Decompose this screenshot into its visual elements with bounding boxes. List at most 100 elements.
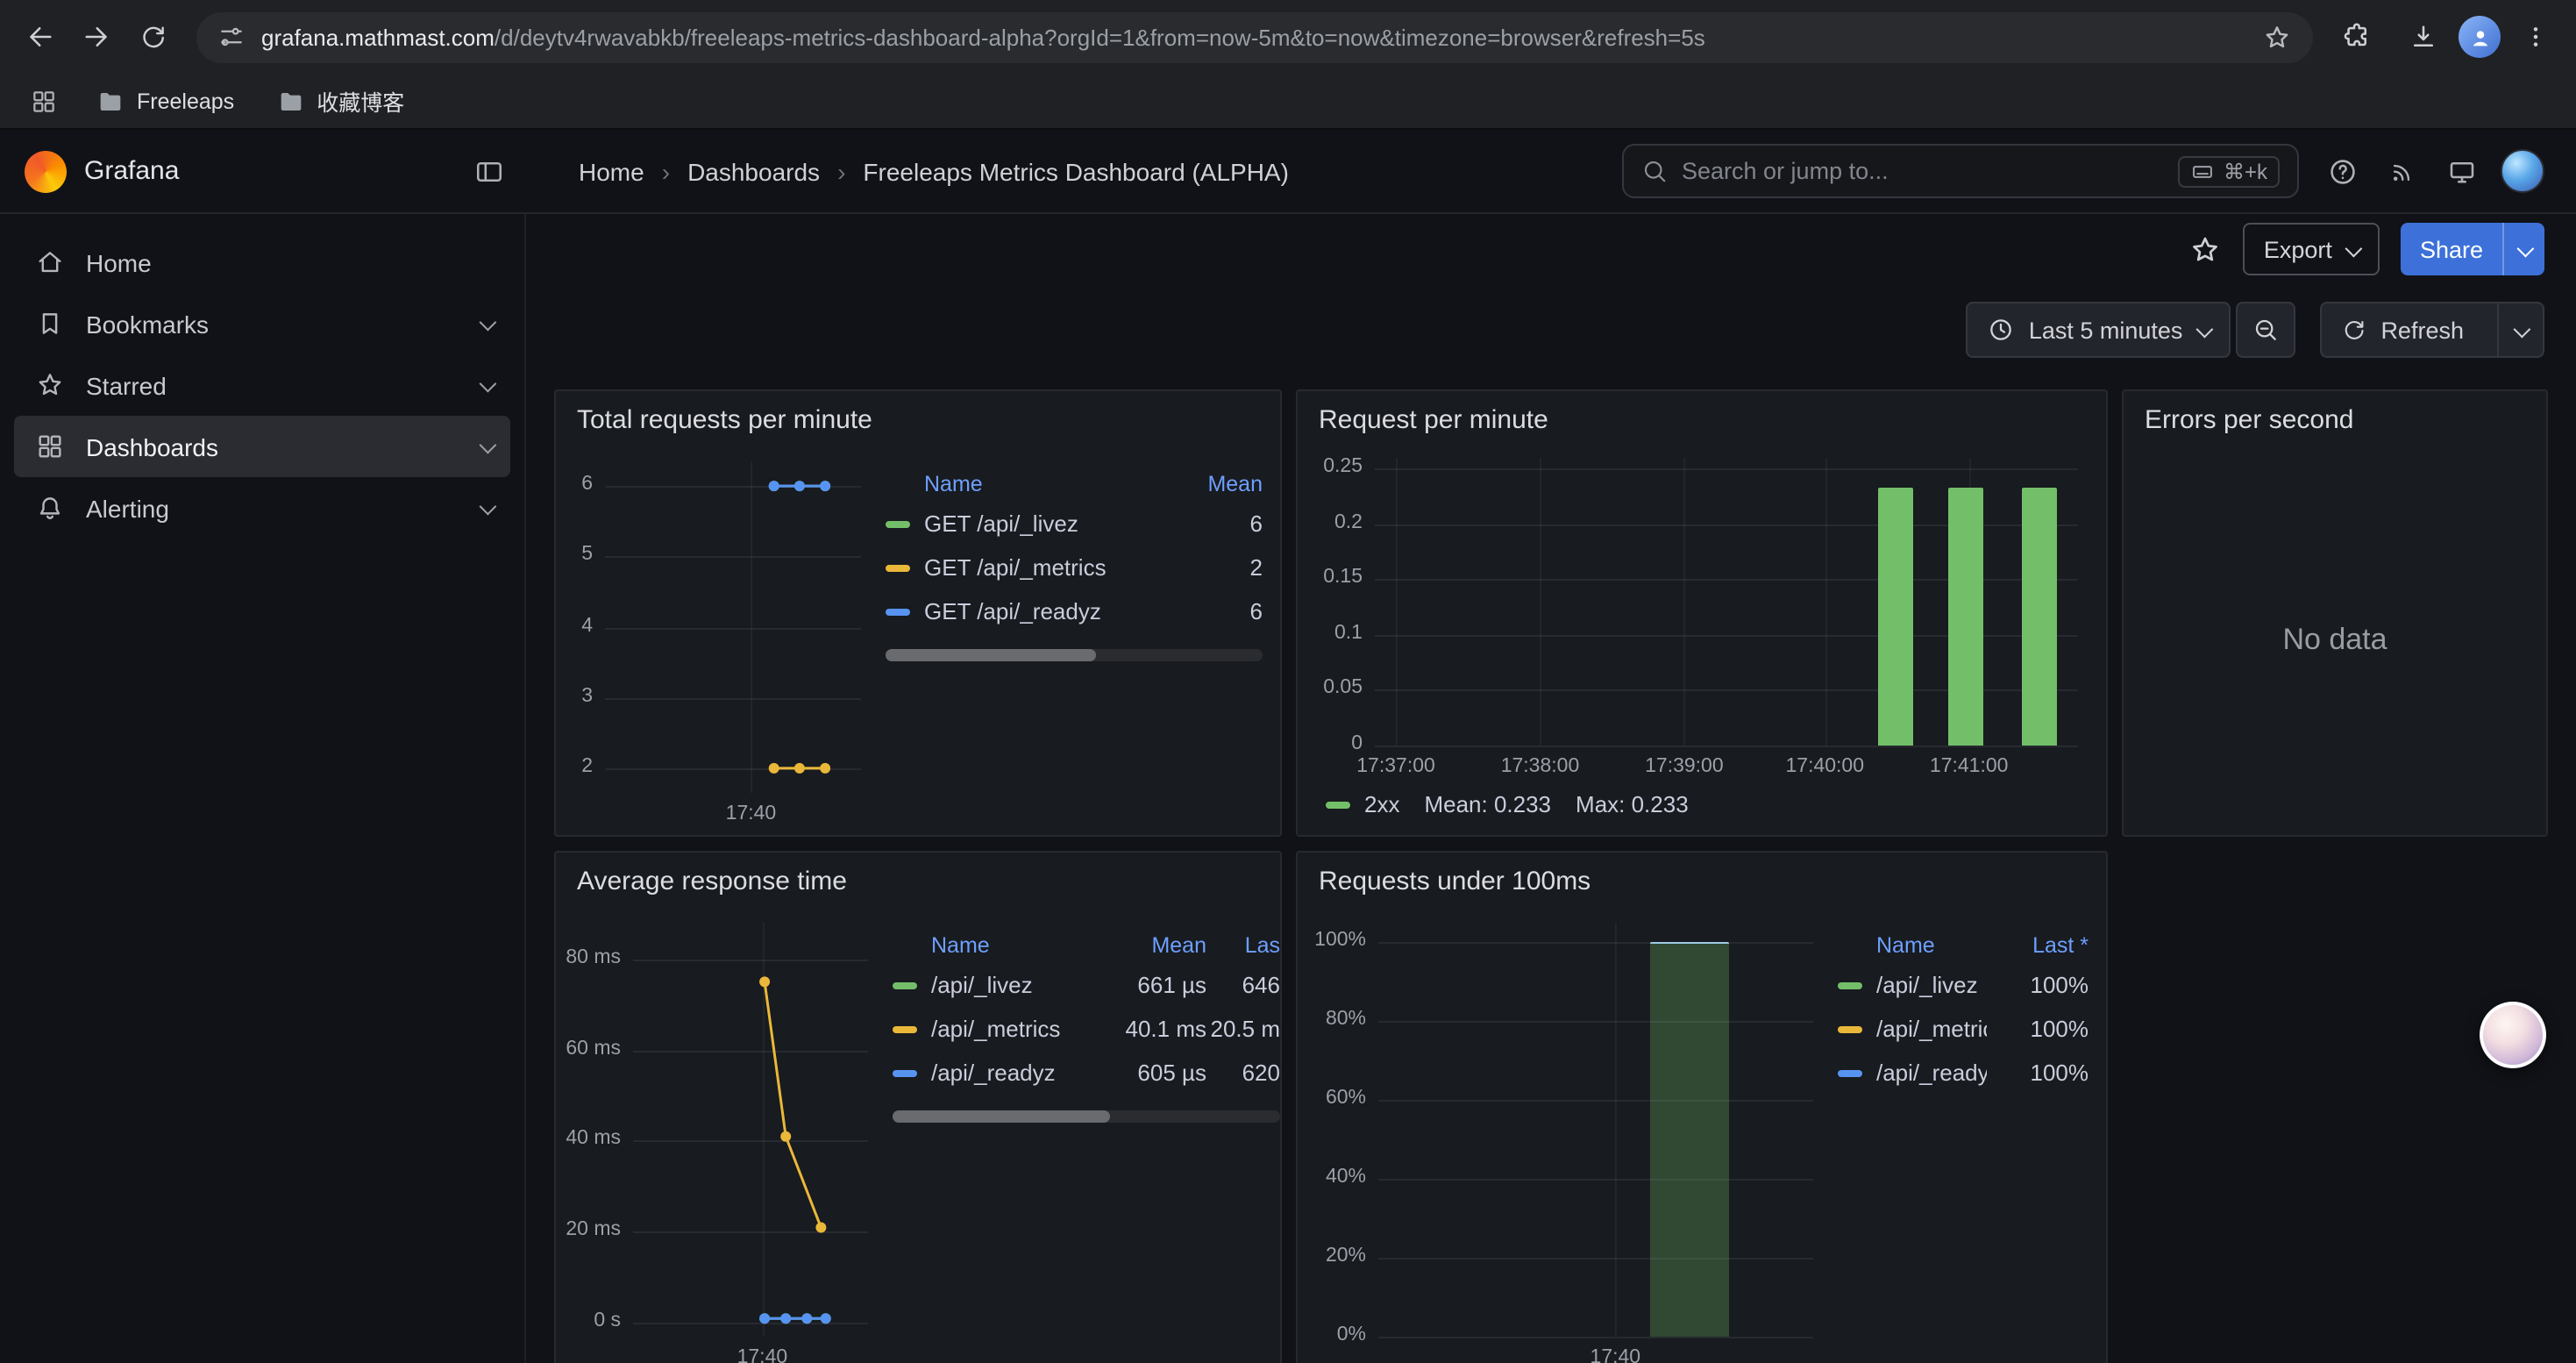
sidebar-item-label: Home — [86, 248, 152, 276]
back-button[interactable] — [14, 11, 67, 63]
breadcrumb-separator: › — [837, 157, 845, 185]
share-menu-caret[interactable] — [2502, 223, 2544, 275]
panel-errors-per-second: Errors per second No data — [2122, 389, 2548, 837]
grafana-body: Home Bookmarks Starred Dashboards — [0, 214, 2576, 1363]
kiosk-monitor-button[interactable] — [2436, 145, 2488, 197]
time-range-label: Last 5 minutes — [2029, 317, 2183, 343]
breadcrumb-dashboards[interactable]: Dashboards — [687, 157, 820, 185]
forward-icon — [81, 21, 112, 53]
scrollbar-thumb[interactable] — [893, 1110, 1110, 1123]
sidebar-item-bookmarks[interactable]: Bookmarks — [14, 293, 510, 354]
no-data-message: No data — [2124, 444, 2546, 835]
time-range-picker[interactable]: Last 5 minutes — [1966, 302, 2231, 358]
downloads-button[interactable] — [2397, 11, 2450, 63]
request-per-minute-chart[interactable]: 0.250.20.150.10.05017:37:0017:38:0017:39… — [1308, 447, 2089, 781]
panel-title[interactable]: Errors per second — [2124, 391, 2546, 439]
breadcrumb-home[interactable]: Home — [579, 157, 644, 185]
chevron-down-icon — [480, 375, 497, 393]
bookmark-item-freeleaps[interactable]: Freeleaps — [84, 82, 246, 120]
brand-area: Grafana — [25, 145, 516, 197]
url-text: grafana.mathmast.com/d/deytv4rwavabkb/fr… — [261, 24, 2246, 50]
reload-button[interactable] — [126, 11, 179, 63]
refresh-icon — [2340, 317, 2366, 343]
series-color-dash — [1838, 981, 1862, 988]
legend-header-name[interactable]: Name — [893, 933, 1105, 958]
grafana-header: Grafana Home › Dashboards › Freeleaps Me… — [0, 130, 2576, 214]
dashboard-main: Export Share Last 5 minutes — [526, 214, 2576, 1363]
favorite-dashboard-button[interactable] — [2188, 232, 2222, 266]
panel-title[interactable]: Requests under 100ms — [1298, 853, 2106, 900]
dock-menu-button[interactable] — [463, 145, 516, 197]
profile-button[interactable] — [2453, 11, 2506, 63]
legend-header-mean[interactable]: Mean — [1161, 472, 1263, 496]
legend-row[interactable]: GET /api/_readyz6 — [886, 589, 1263, 633]
nav-sidebar: Home Bookmarks Starred Dashboards — [0, 214, 526, 1363]
help-button[interactable] — [2316, 145, 2369, 197]
scrollbar-thumb[interactable] — [886, 649, 1097, 661]
series-color-dash — [886, 608, 910, 615]
apps-button[interactable] — [21, 78, 67, 124]
share-button-group: Share — [2401, 223, 2544, 275]
requests-under-100ms-chart[interactable]: 100%80%60%40%20%0%17:40 — [1305, 912, 1824, 1363]
legend-scrollbar[interactable] — [886, 649, 1263, 661]
legend-item[interactable]: 2xx — [1326, 791, 1399, 817]
zoom-out-button[interactable] — [2235, 302, 2295, 358]
legend-row[interactable]: /api/_metrics100% — [1838, 1007, 2089, 1051]
news-rss-button[interactable] — [2376, 145, 2429, 197]
browser-toolbar: grafana.mathmast.com/d/deytv4rwavabkb/fr… — [0, 0, 2576, 74]
refresh-button[interactable]: Refresh — [2321, 303, 2483, 356]
extensions-button[interactable] — [2330, 11, 2383, 63]
legend-header-last[interactable]: Last * — [1987, 933, 2089, 958]
legend-max: Max: 0.233 — [1576, 791, 1689, 817]
url-bar[interactable]: grafana.mathmast.com/d/deytv4rwavabkb/fr… — [196, 11, 2313, 62]
breadcrumb-current: Freeleaps Metrics Dashboard (ALPHA) — [863, 157, 1289, 185]
profile-avatar — [2459, 16, 2501, 58]
legend-header-mean[interactable]: Mean — [1105, 933, 1206, 958]
user-menu-button[interactable] — [2495, 145, 2548, 197]
star-icon — [34, 370, 64, 400]
legend-header: Name Mean — [886, 472, 1263, 496]
floating-avatar-widget[interactable] — [2480, 1002, 2546, 1068]
bookmark-star-icon[interactable] — [2262, 22, 2292, 52]
forward-button[interactable] — [70, 11, 123, 63]
sidebar-item-starred[interactable]: Starred — [14, 354, 510, 416]
chevron-down-icon — [2345, 239, 2362, 257]
bookmark-item-blog[interactable]: 收藏博客 — [264, 79, 416, 123]
search-input[interactable] — [1682, 158, 2164, 184]
legend-row[interactable]: /api/_readyz100% — [1838, 1051, 2089, 1095]
legend-row[interactable]: GET /api/_metrics2 — [886, 546, 1263, 589]
panel-title[interactable]: Total requests per minute — [556, 391, 1280, 439]
legend-header-last[interactable]: Las — [1206, 933, 1280, 958]
sidebar-item-label: Bookmarks — [86, 310, 209, 338]
share-button[interactable]: Share — [2401, 223, 2502, 275]
sidebar-item-alerting[interactable]: Alerting — [14, 477, 510, 539]
legend-row[interactable]: /api/_readyz605 µs620 — [893, 1051, 1280, 1095]
legend-row[interactable]: /api/_livez100% — [1838, 963, 2089, 1007]
series-color-dash — [1326, 801, 1350, 808]
panel-title[interactable]: Request per minute — [1298, 391, 2106, 439]
search-box[interactable]: ⌘+k — [1622, 144, 2299, 198]
average-response-time-chart[interactable]: 80 ms60 ms40 ms20 ms0 s17:40 — [563, 912, 879, 1363]
time-controls: Last 5 minutes Refresh — [526, 284, 2576, 358]
legend-header-name[interactable]: Name — [886, 472, 1161, 496]
export-button[interactable]: Export — [2243, 223, 2380, 275]
panel-title[interactable]: Average response time — [556, 853, 1280, 900]
legend-row[interactable]: /api/_livez661 µs646 — [893, 963, 1280, 1007]
rss-icon — [2387, 156, 2417, 186]
legend-header-name[interactable]: Name — [1838, 933, 1987, 958]
sidebar-item-home[interactable]: Home — [14, 232, 510, 293]
download-icon — [2408, 21, 2439, 53]
dashboard-actions-bar: Export Share — [526, 214, 2576, 284]
refresh-label: Refresh — [2380, 317, 2464, 343]
legend-row[interactable]: /api/_metrics40.1 ms20.5 m — [893, 1007, 1280, 1051]
total-requests-chart[interactable]: 6543217:40 — [563, 451, 872, 828]
sidebar-item-dashboards[interactable]: Dashboards — [14, 416, 510, 477]
home-icon — [34, 247, 64, 277]
legend-scrollbar[interactable] — [893, 1110, 1280, 1123]
refresh-interval-caret[interactable] — [2497, 303, 2543, 356]
browser-menu-button[interactable] — [2509, 11, 2562, 63]
series-color-dash — [1838, 1025, 1862, 1032]
grafana-logo[interactable] — [25, 150, 67, 192]
panel-total-requests: Total requests per minute 6543217:40 Nam… — [554, 389, 1282, 837]
legend-row[interactable]: GET /api/_livez6 — [886, 502, 1263, 546]
